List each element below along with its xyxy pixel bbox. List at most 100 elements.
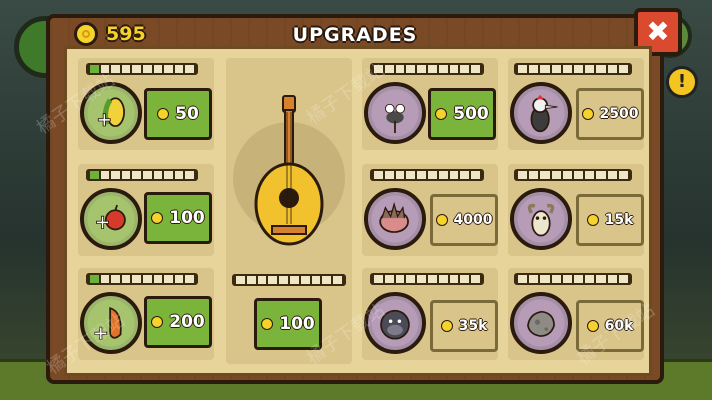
- progress-segment: [529, 171, 539, 179]
- coin-icon: [581, 108, 594, 120]
- progress-segment: [585, 65, 595, 73]
- progress-segment: [132, 65, 141, 73]
- coin-icon: [435, 214, 448, 226]
- buy-button-woodpecker[interactable]: 2500: [576, 88, 644, 140]
- buy-button-guitar[interactable]: 100: [254, 298, 322, 350]
- progress-segment: [164, 65, 173, 73]
- coin-icon: [435, 108, 448, 120]
- progress-segment: [618, 65, 629, 73]
- coin-icon: [151, 316, 164, 328]
- price-label: 4000: [453, 212, 493, 228]
- progress-segment: [111, 171, 120, 179]
- buy-button-mosquito[interactable]: 500: [428, 88, 496, 140]
- progress-segment: [449, 171, 459, 179]
- progress-segment: [574, 275, 584, 283]
- progress-segment: [460, 275, 470, 283]
- corn-icon: +: [80, 82, 142, 144]
- progress-segment: [607, 171, 617, 179]
- progress-segment: [322, 276, 332, 284]
- upgrade-progress: [232, 274, 346, 286]
- progress-segment: [607, 275, 617, 283]
- progress-segment: [518, 171, 528, 179]
- progress-segment: [438, 65, 448, 73]
- progress-segment: [111, 275, 120, 283]
- upgrade-card-goat: 15k: [508, 164, 644, 256]
- svg-text:+: +: [96, 108, 112, 131]
- progress-segment: [449, 65, 459, 73]
- guitar-icon: [254, 95, 324, 246]
- upgrade-card-hedgehog: 4000: [362, 164, 498, 256]
- coin-icon: [151, 212, 164, 224]
- progress-segment: [300, 276, 310, 284]
- goat-icon: [510, 188, 572, 250]
- buy-button-gorilla[interactable]: 35k: [430, 300, 498, 352]
- svg-text:+: +: [94, 211, 110, 234]
- progress-segment: [449, 275, 459, 283]
- buy-button-corn[interactable]: 50: [144, 88, 212, 140]
- progress-segment: [268, 276, 278, 284]
- upgrade-progress: [86, 273, 198, 285]
- progress-segment: [142, 275, 152, 283]
- upgrade-progress: [370, 273, 484, 285]
- coin-icon: [157, 108, 170, 120]
- progress-segment: [333, 276, 342, 284]
- buy-button-apple[interactable]: 100: [144, 192, 212, 244]
- progress-segment: [618, 171, 629, 179]
- price-label: 60k: [604, 318, 634, 334]
- price-label: 200: [169, 312, 205, 332]
- progress-segment: [185, 275, 194, 283]
- upgrade-progress: [370, 63, 484, 75]
- buy-button-hedgehog[interactable]: 4000: [430, 194, 498, 246]
- progress-segment: [236, 276, 245, 284]
- price-label: 100: [279, 314, 315, 334]
- progress-segment: [289, 276, 299, 284]
- rock-icon: [510, 292, 572, 354]
- carrot-icon: +: [80, 292, 142, 354]
- upgrade-card-guitar: 100: [226, 58, 352, 364]
- progress-segment: [395, 275, 405, 283]
- upgrade-progress: [514, 63, 632, 75]
- alert-icon[interactable]: !: [666, 66, 698, 98]
- progress-segment: [279, 276, 288, 284]
- buy-button-goat[interactable]: 15k: [576, 194, 644, 246]
- progress-segment: [596, 171, 606, 179]
- coin-icon: [586, 214, 599, 226]
- progress-segment: [427, 275, 437, 283]
- progress-segment: [100, 65, 110, 73]
- progress-segment: [395, 171, 405, 179]
- progress-segment: [529, 275, 539, 283]
- progress-segment: [384, 171, 394, 179]
- progress-segment: [121, 275, 131, 283]
- progress-segment: [562, 275, 573, 283]
- panel-title: UPGRADES: [292, 24, 418, 46]
- upgrade-progress: [86, 63, 198, 75]
- gorilla-icon: [364, 292, 426, 354]
- svg-text:+: +: [93, 322, 109, 345]
- upgrade-card-apple: + 100: [78, 164, 214, 256]
- woodpecker-icon: [510, 82, 572, 144]
- buy-button-carrot[interactable]: 200: [144, 296, 212, 348]
- progress-segment: [142, 171, 152, 179]
- progress-segment: [540, 65, 550, 73]
- coin-icon: [261, 318, 274, 330]
- progress-segment: [132, 171, 141, 179]
- progress-segment: [518, 275, 528, 283]
- upgrade-progress: [514, 169, 632, 181]
- progress-segment: [551, 171, 561, 179]
- progress-segment: [174, 275, 184, 283]
- progress-segment: [596, 275, 606, 283]
- progress-segment: [562, 65, 573, 73]
- buy-button-rock[interactable]: 60k: [576, 300, 644, 352]
- progress-segment: [374, 275, 383, 283]
- price-label: 15k: [604, 212, 634, 228]
- progress-segment: [551, 275, 561, 283]
- price-label: 100: [169, 208, 205, 228]
- progress-segment: [427, 65, 437, 73]
- price-label: 500: [453, 104, 489, 124]
- progress-segment: [132, 275, 141, 283]
- upgrade-card-mosquito: 500: [362, 58, 498, 150]
- progress-segment: [438, 171, 448, 179]
- progress-segment: [111, 65, 120, 73]
- progress-segment: [311, 276, 321, 284]
- progress-segment: [257, 276, 267, 284]
